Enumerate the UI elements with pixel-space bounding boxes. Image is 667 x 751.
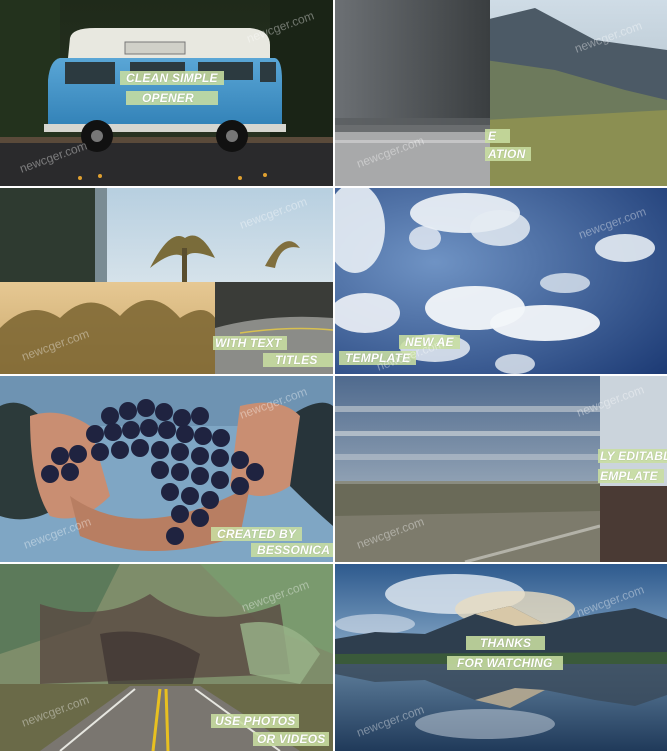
tile-label: ATION bbox=[485, 147, 532, 161]
tile-clouds: NEW AE TEMPLATE newcger.com newcger.com bbox=[335, 188, 667, 374]
tile-label: BESSONICA bbox=[251, 543, 333, 557]
tile-label: OR VIDEOS bbox=[253, 732, 330, 746]
tile-label: FOR WATCHING bbox=[447, 656, 563, 670]
tile-field: LY EDITABL EMPLATE newcger.com newcger.c… bbox=[335, 376, 667, 562]
tile-label: OPENER bbox=[126, 91, 218, 105]
image-grid: CLEAN SIMPLE OPENER newcger.com newcger.… bbox=[0, 0, 667, 751]
tile-label: TEMPLATE bbox=[339, 351, 417, 365]
tile-lake: THANKS FOR WATCHING newcger.com newcger.… bbox=[335, 564, 667, 751]
tile-label: WITH TEXT bbox=[213, 336, 288, 350]
tile-label: LY EDITABL bbox=[598, 449, 667, 463]
tile-label: CREATED BY bbox=[211, 527, 303, 541]
tile-label: THANKS bbox=[466, 636, 546, 650]
clouds-scene bbox=[335, 188, 667, 374]
tile-label: EMPLATE bbox=[598, 469, 664, 483]
tile-palms: WITH TEXT TITLES newcger.com newcger.com bbox=[0, 188, 333, 374]
tile-label: USE PHOTOS bbox=[211, 714, 300, 728]
tile-label: CLEAN SIMPLE bbox=[120, 71, 224, 85]
tile-road-blur: USE PHOTOS OR VIDEOS newcger.com newcger… bbox=[0, 564, 333, 751]
tile-grapes: CREATED BY BESSONICA newcger.com newcger… bbox=[0, 376, 333, 562]
tile-label: E bbox=[485, 129, 511, 143]
tile-van: CLEAN SIMPLE OPENER newcger.com newcger.… bbox=[0, 0, 333, 186]
tile-label: TITLES bbox=[263, 353, 333, 367]
tile-label: NEW AE bbox=[399, 335, 460, 349]
tile-road-mountain: E ATION newcger.com newcger.com bbox=[335, 0, 667, 186]
